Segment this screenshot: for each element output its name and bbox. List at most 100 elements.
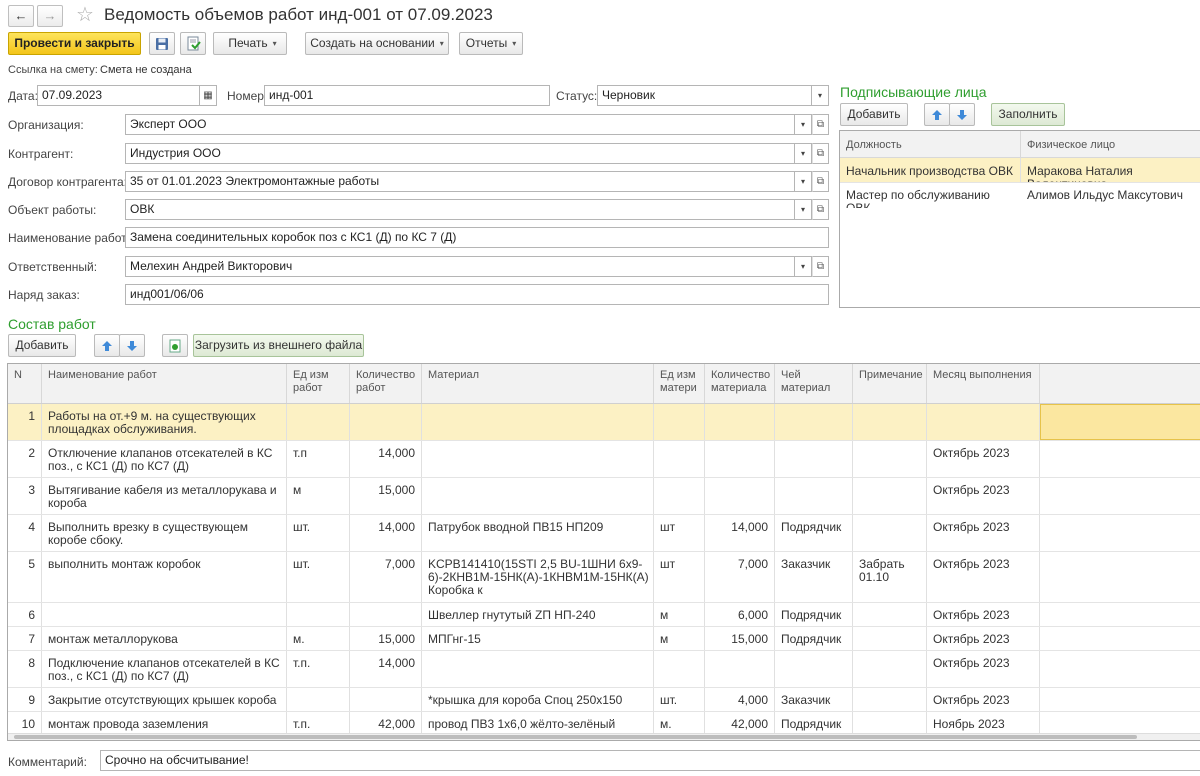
material-qty-cell[interactable] (705, 404, 775, 440)
material-unit-cell[interactable]: шт. (654, 688, 705, 711)
back-button[interactable]: ← (8, 5, 34, 27)
month-cell[interactable]: Октябрь 2023 (927, 603, 1040, 626)
work-unit-cell[interactable] (287, 404, 350, 440)
work-qty-cell[interactable]: 14,000 (350, 515, 422, 551)
month-cell[interactable]: Октябрь 2023 (927, 515, 1040, 551)
work-qty-cell[interactable]: 15,000 (350, 627, 422, 650)
table-row[interactable]: 9 Закрытие отсутствующих крышек короба *кр… (8, 688, 1200, 712)
column-header[interactable]: N (8, 364, 42, 403)
material-cell[interactable]: Швеллер гнутутый ZП НП-240 (422, 603, 654, 626)
note-cell[interactable] (853, 651, 927, 687)
table-row[interactable]: Начальник производства ОВК Маракова Ната… (840, 158, 1200, 183)
month-cell[interactable] (927, 404, 1040, 440)
person-cell[interactable]: Маракова Наталия Валентиновна (1021, 158, 1200, 183)
work-qty-cell[interactable]: 14,000 (350, 441, 422, 477)
material-qty-cell[interactable] (705, 478, 775, 514)
create-based-on-button[interactable]: Создать на основании ▾ (305, 32, 449, 55)
column-header[interactable]: Ед изм работ (287, 364, 350, 403)
material-qty-cell[interactable]: 14,000 (705, 515, 775, 551)
table-row[interactable]: 10 монтаж провода заземления т.п. 42,000 про… (8, 712, 1200, 734)
table-row[interactable]: Мастер по обслуживанию ОВК Алимов Ильдус… (840, 183, 1200, 209)
material-owner-cell[interactable]: Подрядчик (775, 627, 853, 650)
note-cell[interactable] (853, 627, 927, 650)
chevron-down-icon[interactable]: ▾ (795, 199, 812, 220)
row-number-cell[interactable]: 7 (8, 627, 42, 650)
work-unit-cell[interactable] (287, 603, 350, 626)
column-header[interactable]: Количество работ (350, 364, 422, 403)
work-qty-cell[interactable] (350, 688, 422, 711)
empty-cell[interactable] (1040, 515, 1200, 551)
work-unit-cell[interactable]: м. (287, 627, 350, 650)
table-row[interactable]: 3 Вытягивание кабеля из металлорукава и к… (8, 478, 1200, 515)
import-button[interactable] (162, 334, 188, 357)
empty-cell[interactable] (1040, 651, 1200, 687)
material-unit-cell[interactable]: м. (654, 712, 705, 733)
material-cell[interactable] (422, 441, 654, 477)
material-qty-cell[interactable]: 42,000 (705, 712, 775, 733)
work-name-cell[interactable] (42, 603, 287, 626)
month-cell[interactable]: Октябрь 2023 (927, 688, 1040, 711)
scrollbar-thumb[interactable] (14, 735, 1137, 739)
move-up-button[interactable] (94, 334, 120, 357)
column-header[interactable]: Должность (840, 131, 1021, 157)
empty-cell[interactable] (1040, 441, 1200, 477)
note-cell[interactable] (853, 712, 927, 733)
material-unit-cell[interactable] (654, 478, 705, 514)
move-down-button[interactable] (119, 334, 145, 357)
print-button[interactable]: Печать ▾ (213, 32, 287, 55)
material-cell[interactable]: *крышка для короба Споц 250x150 (422, 688, 654, 711)
material-owner-cell[interactable] (775, 441, 853, 477)
column-header[interactable]: Чей материал (775, 364, 853, 403)
table-row[interactable]: 7 монтаж металлорукова м. 15,000 МПГнг-15 м 15… (8, 627, 1200, 651)
table-row[interactable]: 8 Подключение клапанов отсекателей в КС п… (8, 651, 1200, 688)
work-unit-cell[interactable]: шт. (287, 552, 350, 602)
work-name-cell[interactable]: Вытягивание кабеля из металлорукава и ко… (42, 478, 287, 514)
material-cell[interactable]: провод ПВ3 1x6,0 жёлто-зелёный (422, 712, 654, 733)
material-unit-cell[interactable]: шт (654, 515, 705, 551)
row-number-cell[interactable]: 10 (8, 712, 42, 733)
material-cell[interactable]: МПГнг-15 (422, 627, 654, 650)
chevron-down-icon[interactable]: ▾ (812, 85, 829, 106)
material-owner-cell[interactable]: Подрядчик (775, 515, 853, 551)
work-name-cell[interactable]: Подключение клапанов отсекателей в КС по… (42, 651, 287, 687)
work-unit-cell[interactable]: т.п. (287, 712, 350, 733)
column-header[interactable]: Ед изм матери (654, 364, 705, 403)
row-number-cell[interactable]: 4 (8, 515, 42, 551)
chevron-down-icon[interactable]: ▾ (795, 171, 812, 192)
work-name-cell[interactable]: Отключение клапанов отсекателей в КС поз… (42, 441, 287, 477)
person-cell[interactable]: Алимов Ильдус Максутович (1021, 183, 1200, 208)
empty-cell[interactable] (1040, 627, 1200, 650)
comment-field[interactable]: Срочно на обсчитывание! (100, 750, 1200, 771)
material-qty-cell[interactable]: 4,000 (705, 688, 775, 711)
favorite-star-icon[interactable]: ☆ (76, 2, 94, 27)
empty-cell[interactable] (1040, 603, 1200, 626)
material-unit-cell[interactable] (654, 441, 705, 477)
status-select[interactable]: Черновик (597, 85, 812, 106)
material-unit-cell[interactable] (654, 651, 705, 687)
note-cell[interactable] (853, 603, 927, 626)
signers-add-button[interactable]: Добавить (840, 103, 908, 126)
move-up-button[interactable] (924, 103, 950, 126)
column-header[interactable]: Материал (422, 364, 654, 403)
material-owner-cell[interactable]: Подрядчик (775, 603, 853, 626)
work-name-cell[interactable]: Работы на от.+9 м. на существующих площа… (42, 404, 287, 440)
material-owner-cell[interactable]: Заказчик (775, 552, 853, 602)
estimate-link-value[interactable]: Смета не создана (100, 64, 192, 76)
save-button[interactable] (149, 32, 175, 55)
load-external-file-button[interactable]: Загрузить из внешнего файла (193, 334, 364, 357)
material-cell[interactable] (422, 478, 654, 514)
work-name-cell[interactable]: монтаж провода заземления (42, 712, 287, 733)
chevron-down-icon[interactable]: ▾ (795, 143, 812, 164)
work-unit-cell[interactable]: шт. (287, 515, 350, 551)
material-cell[interactable] (422, 404, 654, 440)
order-field[interactable]: инд001/06/06 (125, 284, 829, 305)
column-header[interactable]: Физическое лицо (1021, 131, 1200, 157)
position-cell[interactable]: Мастер по обслуживанию ОВК (840, 183, 1021, 209)
month-cell[interactable]: Октябрь 2023 (927, 627, 1040, 650)
note-cell[interactable] (853, 688, 927, 711)
move-down-button[interactable] (949, 103, 975, 126)
work-object-field[interactable]: ОВК (125, 199, 795, 220)
month-cell[interactable]: Октябрь 2023 (927, 651, 1040, 687)
table-row[interactable]: 6 Швеллер гнутутый ZП НП-240 м 6,000 Подрядч… (8, 603, 1200, 627)
work-unit-cell[interactable]: т.п. (287, 651, 350, 687)
